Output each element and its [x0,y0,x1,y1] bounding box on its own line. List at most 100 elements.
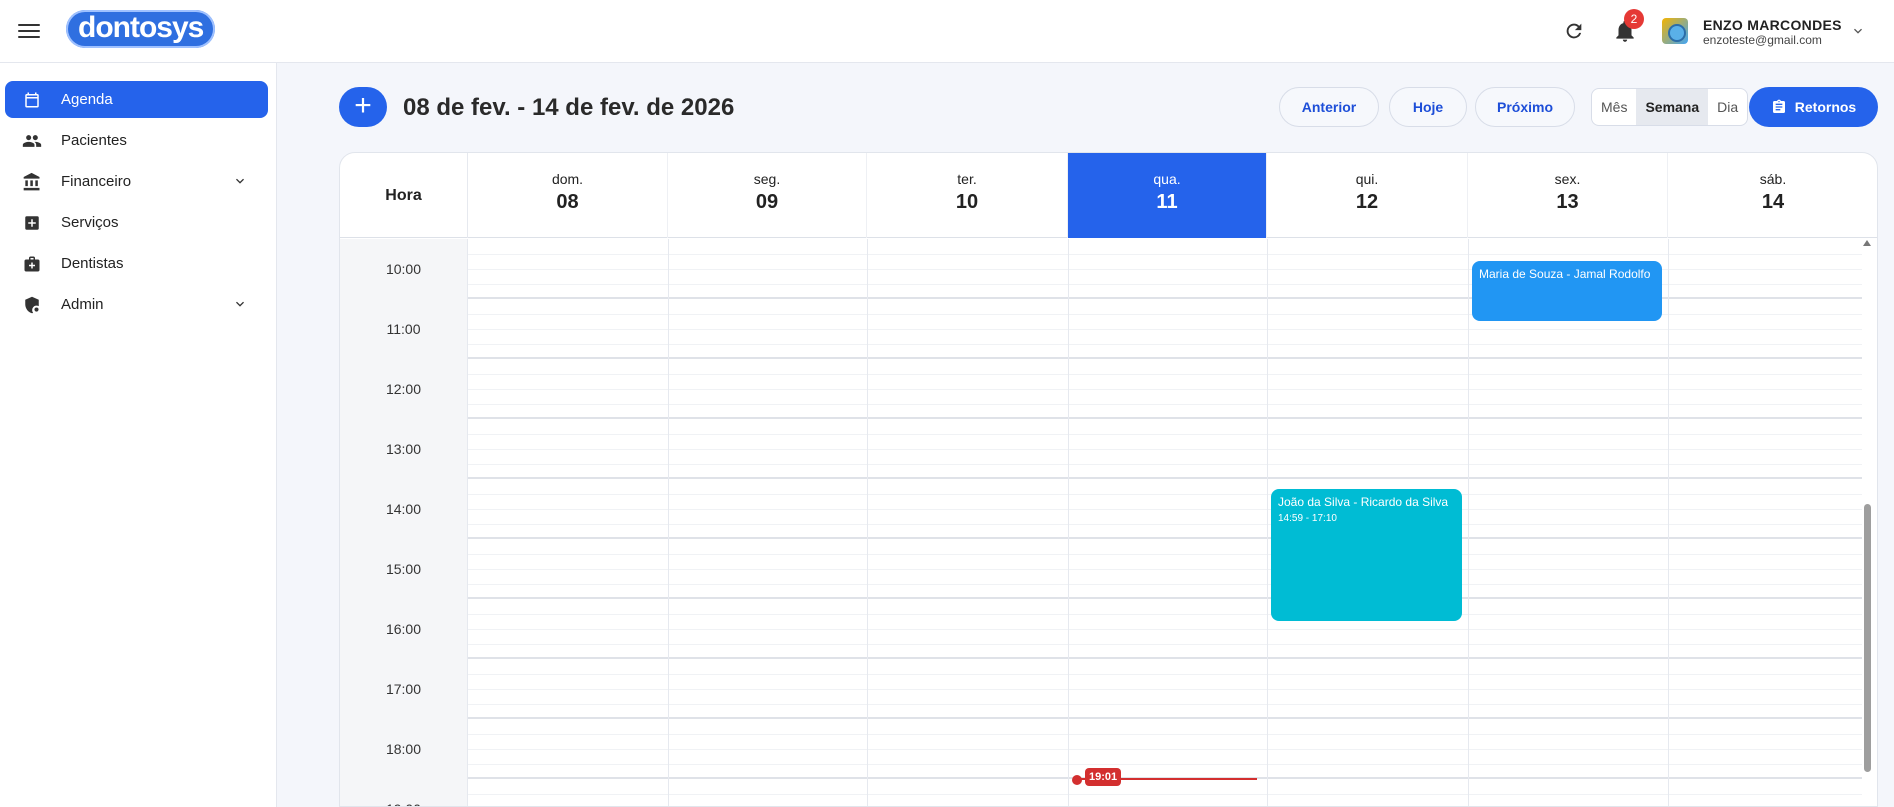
clipboard-icon [1772,99,1785,113]
slot-line [468,644,1862,645]
day-name: sex. [1554,171,1581,187]
slot-line [468,749,1862,750]
view-month-button[interactable]: Mês [1592,89,1636,125]
retornos-label: Retornos [1794,99,1857,115]
hour-label: 13:00 [340,419,468,479]
time-grid[interactable]: 10:00 11:00 12:00 13:00 14:00 15:00 16:00 17:00… [340,239,1862,806]
slot-line [468,689,1862,690]
calendar-scrollbar[interactable] [1861,238,1873,807]
event-time: 14:59 - 17:10 [1278,513,1337,524]
slot-line [468,704,1862,705]
sidebar-item-dentistas[interactable]: Dentistas [5,245,268,282]
day-number: 10 [955,191,979,213]
sidebar-item-pacientes[interactable]: Pacientes [5,122,268,159]
day-header-5[interactable]: sex. 13 [1468,153,1668,238]
hour-label: 11:00 [340,299,468,359]
day-number: 13 [1556,191,1579,213]
hour-label: 10:00 [340,239,468,299]
medical-plus-icon [22,213,42,233]
day-header-3[interactable]: qua. 11 [1068,153,1267,238]
chevron-down-icon [236,178,244,184]
slot-line [468,434,1862,435]
add-appointment-button[interactable]: + [339,87,387,127]
sidebar-item-label: Pacientes [61,132,127,149]
scroll-thumb[interactable] [1864,504,1871,772]
sidebar-item-admin[interactable]: Admin [5,286,268,323]
day-header-4[interactable]: qui. 12 [1267,153,1468,238]
slot-line [468,374,1862,375]
day-number: 08 [556,191,579,213]
event-title: Maria de Souza - Jamal Rodolfo [1479,267,1651,281]
medical-bag-icon [22,254,42,274]
event-title: João da Silva - Ricardo da Silva [1278,495,1449,509]
people-icon [22,131,42,151]
slot-line [468,524,1862,525]
hour-row[interactable]: 15:00 [340,539,1862,599]
appointment-event[interactable]: João da Silva - Ricardo da Silva 14:59 - … [1271,489,1462,621]
slot-line [468,344,1862,345]
slot-line [468,614,1862,615]
slot-line [468,329,1862,330]
shield-gear-icon [22,295,42,315]
hour-label: 16:00 [340,599,468,659]
notification-badge: 2 [1624,9,1644,29]
chevron-down-icon[interactable] [1850,23,1866,39]
day-number: 14 [1761,191,1785,213]
user-email: enzoteste@gmail.com [1703,33,1822,47]
sidebar-item-financeiro[interactable]: Financeiro [5,163,268,200]
slot-line [468,449,1862,450]
column-divider [668,239,669,806]
slot-line [468,389,1862,390]
refresh-icon[interactable] [1563,20,1585,42]
menu-icon[interactable] [18,20,40,42]
appointment-event[interactable]: Maria de Souza - Jamal Rodolfo [1472,261,1662,321]
avatar[interactable] [1662,18,1688,44]
day-number: 12 [1355,191,1379,213]
today-button[interactable]: Hoje [1389,87,1467,127]
day-header-6[interactable]: sáb. 14 [1668,153,1877,238]
hour-row[interactable]: 14:00 [340,479,1862,539]
view-week-button[interactable]: Semana [1636,89,1709,125]
column-divider [1267,239,1268,806]
hora-header: Hora [340,153,468,238]
slot-line [468,569,1862,570]
day-header-0[interactable]: dom. 08 [468,153,668,238]
column-divider [1668,239,1669,806]
day-name: dom. [551,171,584,187]
sidebar-item-label: Agenda [61,91,113,108]
previous-button[interactable]: Anterior [1279,87,1379,127]
hour-row[interactable]: 13:00 [340,419,1862,479]
slot-line [468,764,1862,765]
day-name: qui. [1355,171,1379,187]
logo: dontosys [66,10,216,48]
view-switcher: Mês Semana Dia [1591,88,1749,126]
hour-label: 17:00 [340,659,468,719]
bank-icon [22,172,42,192]
sidebar-item-agenda[interactable]: Agenda [5,81,268,118]
day-header-1[interactable]: seg. 09 [668,153,867,238]
day-name: qua. [1153,171,1181,187]
scroll-up-arrow[interactable] [1863,240,1871,246]
hour-label: 18:00 [340,719,468,779]
calendar-icon [22,90,42,110]
day-name: sáb. [1759,171,1787,187]
sidebar-item-label: Dentistas [61,255,124,272]
sidebar-item-label: Serviços [61,214,119,231]
hour-row[interactable]: 12:00 [340,359,1862,419]
slot-line [468,734,1862,735]
retornos-button[interactable]: Retornos [1749,87,1878,127]
column-divider [1068,239,1069,806]
date-range-title: 08 de fev. - 14 de fev. de 2026 [403,94,735,121]
hour-row[interactable]: 17:00 [340,659,1862,719]
sidebar-item-servicos[interactable]: Serviços [5,204,268,241]
slot-line [468,794,1862,795]
view-day-button[interactable]: Dia [1708,89,1747,125]
top-bar: dontosys 2 ENZO MARCONDES enzoteste@gmai… [0,0,1894,63]
next-button[interactable]: Próximo [1475,87,1575,127]
hour-label: 14:00 [340,479,468,539]
hour-row[interactable]: 16:00 [340,599,1862,659]
hour-label: 19:00 [340,779,468,806]
day-header-2[interactable]: ter. 10 [867,153,1068,238]
day-number: 11 [1156,191,1178,213]
column-divider [1468,239,1469,806]
